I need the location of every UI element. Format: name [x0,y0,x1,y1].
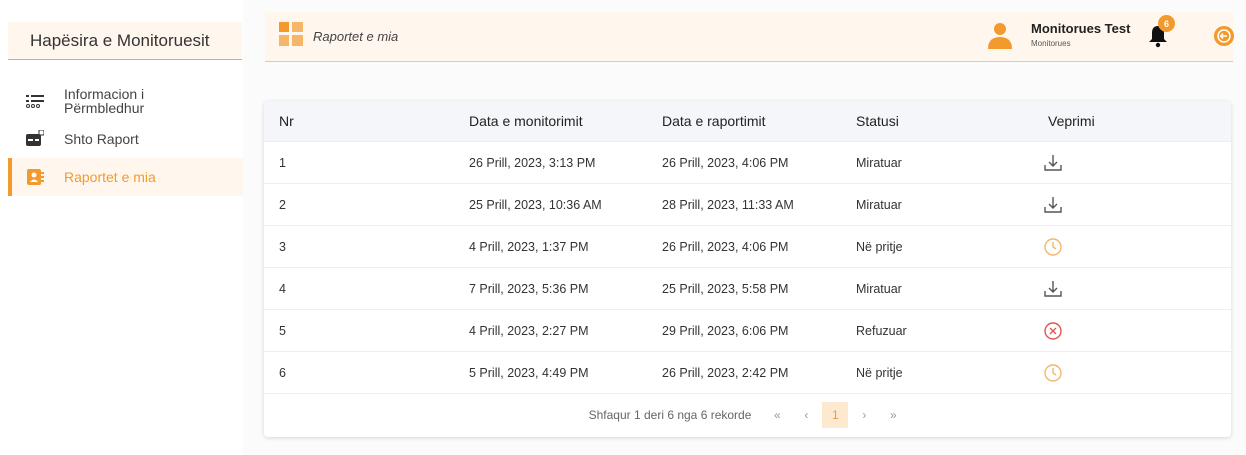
pagination-info: Shfaqur 1 deri 6 nga 6 rekorde [588,407,752,422]
table-row: 5 4 Prill, 2023, 2:27 PM 29 Prill, 2023,… [264,309,1231,351]
prev-page-button[interactable]: ‹ [793,402,819,428]
next-page-button[interactable]: › [851,402,877,428]
first-page-button[interactable]: « [764,402,790,428]
logout-icon[interactable] [1214,26,1234,46]
cell-statusi: Miratuar [856,281,902,296]
table-header: Nr Data e monitorimit Data e raportimit … [264,101,1231,141]
column-header[interactable]: Statusi [856,113,899,129]
cell-statusi: Në pritje [856,239,903,254]
download-icon[interactable] [1042,152,1064,174]
dashboard-grid-icon [279,22,303,46]
sidebar: Hapësira e Monitoruesit Informacion i Pë… [0,0,243,455]
cell-nr: 1 [279,155,286,170]
cell-data-monitorimit: 4 Prill, 2023, 1:37 PM [469,239,589,254]
sidebar-item-raportet-e-mia[interactable]: Raportet e mia [8,158,243,196]
cell-data-raportimit: 26 Prill, 2023, 2:42 PM [662,365,789,380]
main-content: Raportet e mia Monitorues Test Monitorue… [243,0,1246,455]
cell-data-monitorimit: 4 Prill, 2023, 2:27 PM [469,323,589,338]
sidebar-item-label: Informacion i [64,86,145,102]
column-header[interactable]: Data e monitorimit [469,113,583,129]
table-row: 1 26 Prill, 2023, 3:13 PM 26 Prill, 2023… [264,141,1231,183]
download-icon[interactable] [1042,194,1064,216]
cell-data-raportimit: 25 Prill, 2023, 5:58 PM [662,281,789,296]
cell-statusi: Miratuar [856,197,902,212]
add-report-icon [26,130,44,146]
table-row: 4 7 Prill, 2023, 5:36 PM 25 Prill, 2023,… [264,267,1231,309]
sidebar-item-informacion[interactable]: Informacion i Përmbledhur [8,82,243,120]
last-page-button[interactable]: » [880,402,906,428]
breadcrumb: Raportet e mia [313,29,399,44]
cell-nr: 4 [279,281,286,296]
notification-badge: 6 [1158,15,1175,32]
avatar[interactable] [987,21,1013,49]
cell-nr: 2 [279,197,286,212]
column-header: Veprimi [1048,113,1095,129]
sidebar-item-label: Raportet e mia [64,169,156,185]
cell-nr: 5 [279,323,286,338]
page-button-current[interactable]: 1 [822,401,849,428]
cell-data-raportimit: 26 Prill, 2023, 4:06 PM [662,239,789,254]
cell-data-monitorimit: 7 Prill, 2023, 5:36 PM [469,281,589,296]
rejected-icon [1044,322,1062,340]
cell-data-monitorimit: 5 Prill, 2023, 4:49 PM [469,365,589,380]
cell-data-raportimit: 26 Prill, 2023, 4:06 PM [662,155,789,170]
top-header: Raportet e mia Monitorues Test Monitorue… [265,12,1234,62]
cell-data-raportimit: 28 Prill, 2023, 11:33 AM [662,197,794,212]
contacts-book-icon [27,169,44,185]
table-row: 6 5 Prill, 2023, 4:49 PM 26 Prill, 2023,… [264,351,1231,393]
table-row: 2 25 Prill, 2023, 10:36 AM 28 Prill, 202… [264,183,1231,225]
sidebar-title: Hapësira e Monitoruesit [8,22,242,60]
cell-statusi: Refuzuar [856,323,907,338]
column-header[interactable]: Nr [279,113,294,129]
list-icon [26,95,44,108]
reports-table: Nr Data e monitorimit Data e raportimit … [264,101,1231,437]
sidebar-item-shto-raport[interactable]: Shto Raport [8,120,243,158]
cell-statusi: Miratuar [856,155,902,170]
clock-icon [1044,364,1062,382]
cell-nr: 3 [279,239,286,254]
user-name: Monitorues Test [1031,21,1131,36]
download-icon[interactable] [1042,278,1064,300]
cell-data-raportimit: 29 Prill, 2023, 6:06 PM [662,323,789,338]
clock-icon [1044,238,1062,256]
table-pagination: Shfaqur 1 deri 6 nga 6 rekorde « ‹ 1 › » [264,393,1231,435]
table-row: 3 4 Prill, 2023, 1:37 PM 26 Prill, 2023,… [264,225,1231,267]
cell-data-monitorimit: 26 Prill, 2023, 3:13 PM [469,155,596,170]
cell-data-monitorimit: 25 Prill, 2023, 10:36 AM [469,197,602,212]
cell-statusi: Në pritje [856,365,903,380]
sidebar-nav: Informacion i Përmbledhur Shto Raport Ra… [8,82,243,196]
cell-nr: 6 [279,365,286,380]
sidebar-item-label: Përmbledhur [64,100,145,116]
user-role: Monitorues [1031,39,1071,48]
sidebar-item-label: Shto Raport [64,131,139,147]
column-header[interactable]: Data e raportimit [662,113,765,129]
